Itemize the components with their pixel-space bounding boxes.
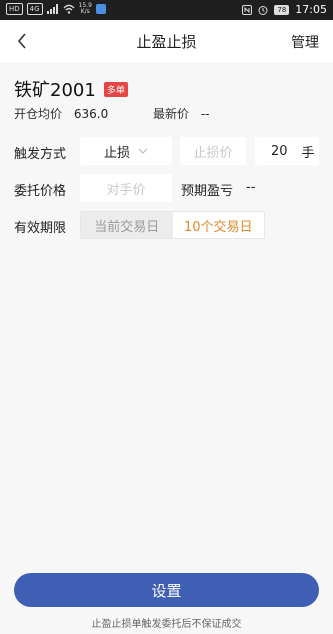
chevron-left-icon bbox=[17, 33, 26, 49]
hd-indicator: HD bbox=[6, 3, 23, 15]
signal-icon bbox=[46, 4, 58, 14]
expected-pnl-value: -- bbox=[246, 180, 256, 195]
status-right: 78 17:05 bbox=[242, 3, 327, 16]
product-name: 铁矿2001 bbox=[14, 80, 96, 101]
open-avg-price-value: 636.0 bbox=[73, 107, 109, 121]
trigger-mode-select[interactable]: 止损 bbox=[80, 137, 172, 165]
stop-price-placeholder: 止损价 bbox=[193, 145, 233, 161]
status-left: HD 4G 15.9 K/s bbox=[6, 3, 106, 15]
validity-option-ten-days[interactable]: 10个交易日 bbox=[172, 212, 264, 238]
nfc-icon bbox=[242, 4, 253, 15]
app-notification-icon bbox=[95, 4, 106, 14]
clock: 17:05 bbox=[295, 3, 327, 16]
network-speed: 15.9 K/s bbox=[78, 2, 92, 15]
order-price-input[interactable]: 对手价 bbox=[80, 174, 172, 202]
order-price-placeholder: 对手价 bbox=[106, 182, 146, 198]
disclaimer-text: 止盈止损单触发委托后不保证成交 bbox=[91, 619, 242, 630]
open-avg-price: 开仓均价 636.0 bbox=[14, 105, 108, 122]
wifi-icon bbox=[63, 4, 75, 14]
back-button[interactable] bbox=[10, 29, 34, 53]
quantity-unit: 手 bbox=[301, 145, 315, 161]
product-header: 铁矿2001 多单 bbox=[14, 76, 128, 102]
quantity-value: 20 bbox=[271, 143, 288, 159]
validity-label: 有效期限 bbox=[14, 221, 67, 236]
alarm-icon bbox=[258, 5, 268, 15]
submit-button[interactable]: 设置 bbox=[14, 573, 319, 607]
order-price-label: 委托价格 bbox=[14, 184, 67, 199]
status-bar: HD 4G 15.9 K/s 78 17:05 bbox=[0, 0, 333, 20]
trigger-mode-label: 触发方式 bbox=[14, 147, 67, 162]
manage-button[interactable]: 管理 bbox=[291, 32, 319, 52]
open-avg-price-label: 开仓均价 bbox=[14, 107, 63, 121]
stop-price-input[interactable]: 止损价 bbox=[180, 137, 246, 165]
expected-pnl-label: 预期盈亏 bbox=[181, 184, 234, 199]
latest-price: 最新价 -- bbox=[153, 105, 210, 122]
network-type-indicator: 4G bbox=[26, 3, 43, 15]
validity-option-current-day[interactable]: 当前交易日 bbox=[81, 212, 173, 238]
quantity-input[interactable]: 20 手 bbox=[255, 137, 319, 165]
latest-price-value: -- bbox=[200, 107, 210, 121]
direction-badge: 多单 bbox=[103, 81, 128, 97]
trigger-mode-value: 止损 bbox=[103, 145, 130, 161]
page-title: 止盈止损 bbox=[136, 33, 197, 51]
latest-price-label: 最新价 bbox=[153, 107, 190, 121]
nav-bar: 止盈止损 管理 bbox=[0, 20, 333, 62]
validity-segmented-control: 当前交易日 10个交易日 bbox=[80, 211, 265, 239]
chevron-down-icon bbox=[138, 148, 148, 154]
battery-indicator: 78 bbox=[274, 4, 290, 15]
